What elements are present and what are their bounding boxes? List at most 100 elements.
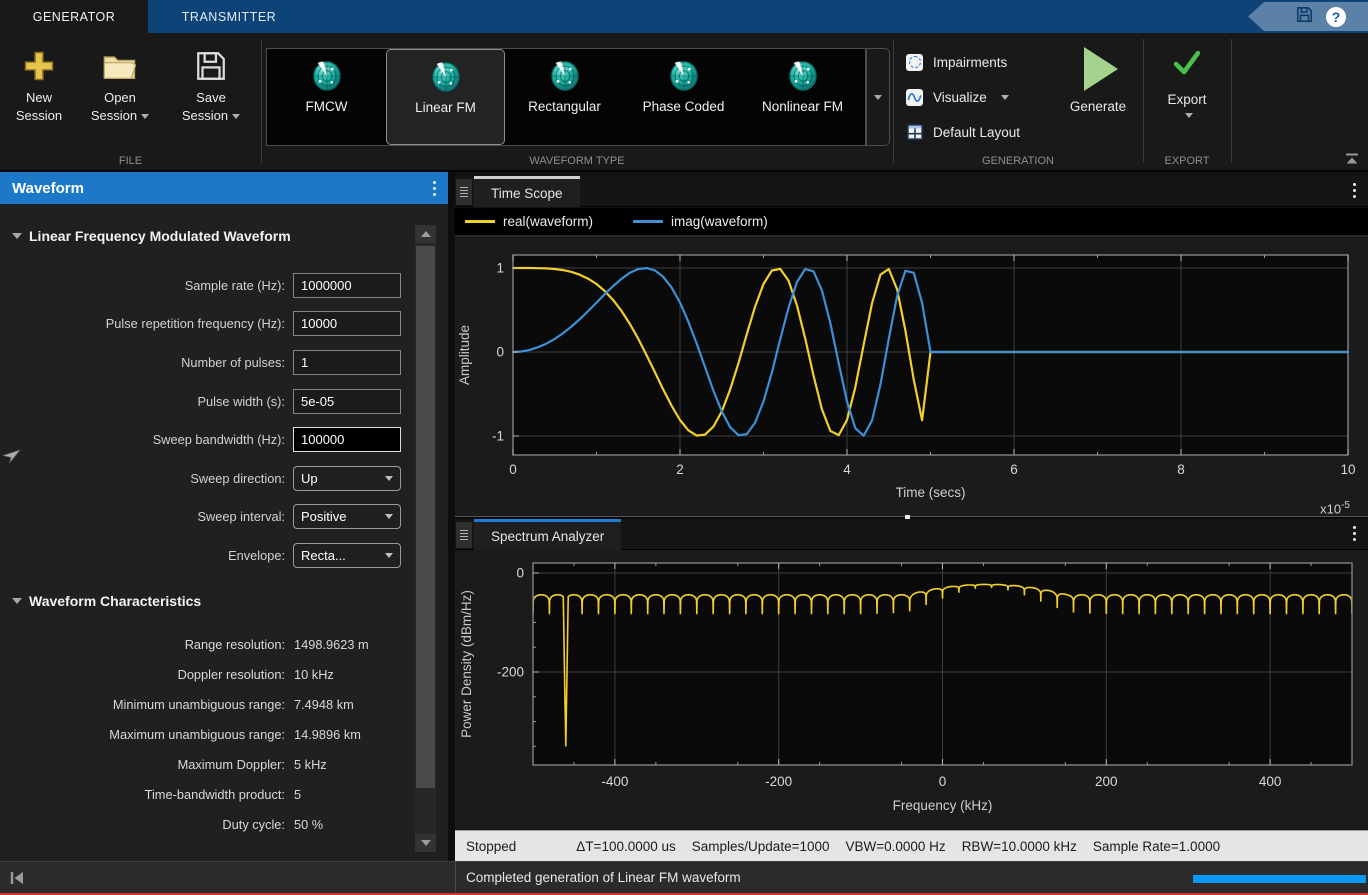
field-label: Sample rate (Hz):	[0, 278, 285, 293]
waveform-item-label: Rectangular	[528, 99, 601, 115]
prf-input[interactable]	[293, 311, 401, 336]
waveform-item-rectangular[interactable]: Rectangular	[505, 49, 624, 145]
legend-label: imag(waveform)	[671, 214, 768, 229]
waveform-item-fmcw[interactable]: FMCW	[267, 49, 386, 145]
radar-icon	[667, 58, 701, 94]
svg-text:-200: -200	[497, 665, 524, 680]
spectrum-analyzer-plot[interactable]: -400-20002004000-200Frequency (kHz)Power…	[455, 550, 1368, 830]
drag-grip-icon[interactable]	[456, 522, 472, 548]
new-session-button[interactable]: New Session	[2, 43, 76, 124]
svg-text:Power Density (dBm/Hz): Power Density (dBm/Hz)	[459, 590, 474, 738]
status-sample-rate: Sample Rate=1.0000	[1093, 839, 1220, 854]
progress-bar	[1193, 875, 1366, 883]
generation-section-label: GENERATION	[893, 155, 1143, 167]
tab-transmitter[interactable]: TRANSMITTER	[148, 0, 310, 33]
envelope-dropdown[interactable]: Recta...	[293, 543, 401, 568]
drag-grip-icon[interactable]	[456, 179, 472, 205]
svg-text:Amplitude: Amplitude	[457, 325, 472, 385]
open-session-button[interactable]: Open Session	[78, 43, 162, 124]
dropdown-arrow-icon	[385, 476, 393, 481]
legend-item-imag[interactable]: imag(waveform)	[633, 214, 768, 229]
field-label: Sweep direction:	[0, 471, 285, 486]
save-session-label: Save Session	[176, 89, 246, 124]
svg-text:0: 0	[939, 774, 947, 789]
export-button[interactable]: Export	[1146, 43, 1228, 118]
status-message: Completed generation of Linear FM wavefo…	[466, 870, 741, 885]
pulse-width-input[interactable]	[293, 389, 401, 414]
legend-label: real(waveform)	[503, 214, 593, 229]
tab-generator[interactable]: GENERATOR	[0, 0, 148, 33]
plus-icon	[21, 43, 57, 89]
default-layout-button[interactable]: Default Layout	[906, 120, 1020, 144]
waveform-item-label: Nonlinear FM	[762, 99, 843, 115]
collapse-ribbon-icon	[1344, 152, 1360, 166]
field-row: Number of pulses:	[0, 349, 406, 376]
time-scope-legend: real(waveform) imag(waveform)	[455, 208, 1368, 237]
ribbon-separator	[1231, 39, 1232, 163]
chevron-down-icon	[874, 95, 882, 100]
field-label: Envelope:	[0, 548, 285, 563]
sample-rate-input[interactable]	[293, 273, 401, 298]
radar-icon	[548, 58, 582, 94]
collapse-triangle-icon	[12, 598, 22, 604]
svg-text:Time (secs): Time (secs)	[896, 485, 966, 500]
sweep-interval-dropdown[interactable]: Positive	[293, 504, 401, 529]
legend-line-swatch	[633, 220, 663, 223]
panel-splitter-vertical[interactable]	[448, 172, 455, 861]
spectrum-menu-kebab-icon[interactable]	[1353, 526, 1356, 541]
field-row: Sweep direction: Up	[0, 465, 406, 492]
save-session-button[interactable]: Save Session	[168, 43, 254, 124]
characteristic-row: Range resolution:1498.9623 m	[0, 634, 406, 654]
collapse-panel-icon[interactable]	[8, 869, 26, 887]
svg-text:-400: -400	[601, 774, 628, 789]
panel-menu-kebab-icon[interactable]	[433, 181, 436, 196]
num-pulses-input[interactable]	[293, 350, 401, 375]
play-icon	[1084, 47, 1118, 91]
check-icon	[1171, 49, 1203, 82]
svg-text:Frequency (kHz): Frequency (kHz)	[893, 798, 993, 813]
tab-generator-label: GENERATOR	[33, 10, 116, 24]
svg-text:-1: -1	[492, 429, 504, 444]
characteristic-row: Maximum unambiguous range:14.9896 km	[0, 724, 406, 744]
lfm-section-header[interactable]: Linear Frequency Modulated Waveform	[12, 228, 291, 244]
svg-text:0: 0	[516, 566, 524, 581]
field-row: Pulse width (s):	[0, 388, 406, 415]
waveform-item-nonlinear-fm[interactable]: Nonlinear FM	[743, 49, 862, 145]
tab-time-scope[interactable]: Time Scope	[474, 176, 580, 207]
panel-scrollbar[interactable]	[415, 225, 436, 852]
characteristic-row: Time-bandwidth product:5	[0, 784, 406, 804]
characteristics-section-header[interactable]: Waveform Characteristics	[12, 593, 201, 609]
radar-icon	[310, 58, 344, 94]
impairments-button[interactable]: Impairments	[906, 50, 1007, 74]
tab-spectrum-analyzer[interactable]: Spectrum Analyzer	[474, 519, 621, 550]
scroll-down-button[interactable]	[415, 834, 436, 852]
quick-access-toolbar: ?	[1248, 2, 1368, 31]
svg-text:6: 6	[1010, 462, 1018, 477]
time-scope-menu-kebab-icon[interactable]	[1353, 183, 1356, 198]
collapse-triangle-icon	[12, 233, 22, 239]
generate-button[interactable]: Generate	[1056, 43, 1140, 114]
scroll-up-button[interactable]	[415, 225, 436, 243]
dropdown-arrow-icon	[1185, 113, 1193, 118]
export-section-label: EXPORT	[1143, 155, 1231, 167]
gallery-expand-button[interactable]	[866, 48, 890, 146]
legend-item-real[interactable]: real(waveform)	[465, 214, 593, 229]
open-session-label: Open Session	[85, 89, 155, 124]
ribbon: New Session Open Session Save Session FI…	[0, 33, 1368, 172]
collapse-ribbon-button[interactable]	[1344, 152, 1360, 166]
svg-text:0: 0	[496, 345, 504, 360]
dropdown-arrow-icon	[385, 514, 393, 519]
legend-line-swatch	[465, 220, 495, 223]
waveform-item-phase-coded[interactable]: Phase Coded	[624, 49, 743, 145]
sweep-bandwidth-input[interactable]	[293, 427, 401, 452]
field-row: Pulse repetition frequency (Hz):	[0, 310, 406, 337]
visualize-button[interactable]: Visualize	[906, 85, 1009, 109]
layout-grid-icon	[906, 124, 923, 141]
sweep-direction-dropdown[interactable]: Up	[293, 466, 401, 491]
panel-title: Waveform	[12, 180, 84, 197]
time-scope-plot[interactable]: 024681010-1Time (secs)Amplitude	[455, 238, 1368, 516]
scrollbar-thumb[interactable]	[416, 246, 435, 788]
help-icon[interactable]: ?	[1326, 7, 1346, 27]
waveform-item-linear-fm[interactable]: Linear FM	[386, 49, 505, 145]
save-icon[interactable]	[1295, 5, 1314, 29]
